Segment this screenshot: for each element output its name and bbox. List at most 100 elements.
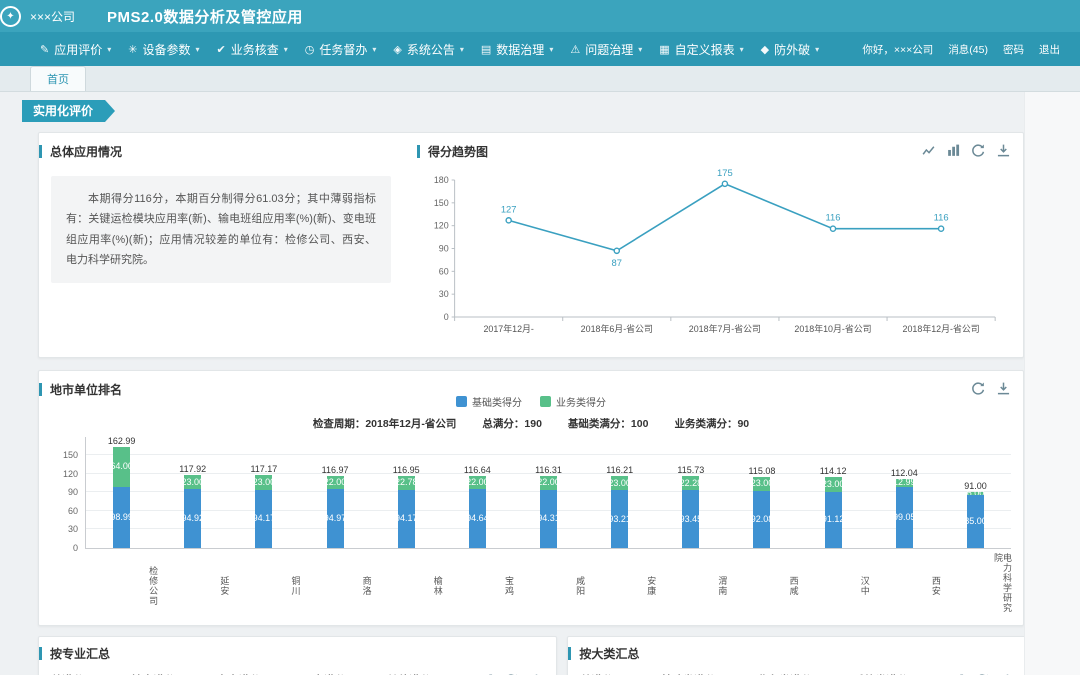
nav-item-device-params[interactable]: ✳设备参数▾	[126, 37, 201, 62]
bar-column[interactable]: 117.9223.0094.92	[157, 437, 228, 548]
nav-item-data-governance[interactable]: ▤数据治理▾	[479, 37, 555, 62]
ranking-cats: 检修公司延安铜川商洛榆林宝鸡咸阳安康渭南西咸汉中西安电力科学研究院	[86, 553, 1011, 619]
bar-column[interactable]: 116.3122.0094.31	[513, 437, 584, 548]
bar-segment[interactable]: 22.00	[327, 476, 344, 490]
bar-total-label: 115.73	[677, 465, 704, 475]
x-tick-label: 2018年10月-省公司	[794, 323, 871, 334]
bar-segment[interactable]: 22.00	[469, 476, 486, 490]
legend-label: 业务类得分	[556, 394, 606, 409]
bar-column[interactable]: 91.006.0085.00	[940, 437, 1011, 548]
bar-segment[interactable]: 94.64	[469, 489, 486, 548]
trend-actions	[921, 143, 1011, 158]
ranking-y-axis: 0306090120150	[51, 437, 85, 549]
nav-item-label: 问题治理	[585, 41, 633, 58]
y-tick-label: 90	[439, 243, 449, 253]
ranking-panel-title: 地市单位排名	[51, 381, 122, 398]
bar-segment[interactable]: 22.28	[682, 476, 699, 490]
data-point	[722, 181, 727, 186]
nav-item-system-notice[interactable]: ◈系统公告▾	[391, 37, 466, 62]
nav-item-issue-governance[interactable]: ⚠问题治理▾	[568, 37, 644, 62]
shield-icon: ◆	[761, 43, 769, 56]
user-greeting: 你好，×××公司	[862, 42, 933, 57]
legend-item[interactable]: 基础类得分	[456, 394, 522, 409]
nav-item-app-evaluation[interactable]: ✎应用评价▾	[38, 37, 113, 62]
nav-item-label: 设备参数	[142, 41, 190, 58]
bar-segment[interactable]: 99.05	[896, 487, 913, 548]
bar-segment[interactable]: 94.92	[184, 489, 201, 548]
nav-item-business-check[interactable]: ✔ 业务核查 ▾	[215, 37, 290, 62]
category-label: 宝鸡	[442, 553, 513, 619]
line-chart-icon[interactable]	[921, 143, 936, 158]
nav-item-custom-report[interactable]: ▦自定义报表▾	[657, 37, 745, 62]
bar-segment[interactable]: 94.31	[540, 490, 557, 548]
y-tick-label: 120	[63, 469, 78, 479]
database-icon: ▤	[481, 43, 491, 56]
overview-summary-text: 本期得分116分，本期百分制得分61.03分；其中薄弱指标有：关键运检模块应用率…	[51, 176, 391, 283]
messages-link[interactable]: 消息(45)	[948, 42, 988, 57]
tab-home[interactable]: 首页	[30, 66, 86, 91]
content: 实用化评价 总体应用情况 本期得分116分，本期百分制得分61.03分；其中薄弱…	[0, 92, 1080, 675]
nav-item-task-supervision[interactable]: ◷任务督办▾	[303, 37, 379, 62]
bar-segment[interactable]: 22.00	[540, 476, 557, 490]
bar-column[interactable]: 114.1223.0091.12	[798, 437, 869, 548]
bar-segment[interactable]: 12.99	[896, 479, 913, 487]
download-icon[interactable]	[996, 381, 1011, 396]
ranking-chart[interactable]: 0306090120150 162.9964.0098.99117.9223.0…	[51, 437, 1011, 549]
chevron-down-icon: ▾	[284, 45, 288, 54]
y-tick-label: 60	[68, 506, 78, 516]
download-icon[interactable]	[996, 143, 1011, 158]
bar-segment[interactable]: 92.08	[753, 491, 770, 548]
bar-total-label: 116.31	[535, 465, 562, 475]
data-point	[614, 248, 619, 253]
nav-item-external-damage[interactable]: ◆防外破▾	[759, 37, 822, 62]
bar-segment[interactable]: 23.00	[825, 477, 842, 491]
bar-segment[interactable]: 91.12	[825, 492, 842, 548]
y-tick-label: 30	[439, 289, 449, 299]
y-tick-label: 60	[439, 266, 449, 276]
bar-column[interactable]: 117.1723.0094.17	[228, 437, 299, 548]
logout-link[interactable]: 退出	[1039, 42, 1060, 57]
bar-total-label: 116.97	[322, 465, 349, 475]
bar-segment[interactable]: 93.21	[611, 490, 628, 548]
stat-item: 基础类满分：100	[568, 416, 649, 431]
bar-segment[interactable]: 85.00	[967, 495, 984, 548]
chevron-down-icon: ▾	[107, 45, 111, 54]
bar-segment[interactable]: 23.00	[753, 477, 770, 491]
nav-item-label: 应用评价	[54, 41, 102, 58]
bar-column[interactable]: 112.0412.9999.05	[869, 437, 940, 548]
bar-segment[interactable]: 94.17	[255, 490, 272, 548]
bar-column[interactable]: 116.2123.0093.21	[584, 437, 655, 548]
specialty-title-text: 按专业汇总	[50, 645, 110, 662]
bar-segment[interactable]: 94.97	[327, 489, 344, 548]
bar-column[interactable]: 115.7322.2893.45	[655, 437, 726, 548]
category-label: 检修公司	[86, 553, 157, 619]
bar-column[interactable]: 115.0823.0092.08	[726, 437, 797, 548]
refresh-icon[interactable]	[971, 143, 986, 158]
bar-segment[interactable]: 23.00	[184, 475, 201, 489]
legend-item[interactable]: 业务类得分	[540, 394, 606, 409]
bar-column[interactable]: 116.9722.0094.97	[299, 437, 370, 548]
app-title: PMS2.0数据分析及管控应用	[107, 6, 303, 27]
bar-segment[interactable]: 23.00	[255, 475, 272, 489]
y-tick-label: 0	[73, 543, 78, 553]
bar-column[interactable]: 162.9964.0098.99	[86, 437, 157, 548]
chevron-down-icon: ▾	[740, 45, 744, 54]
refresh-icon[interactable]	[971, 381, 986, 396]
bar-segment[interactable]: 22.78	[398, 476, 415, 490]
bar-segment[interactable]: 98.99	[113, 487, 130, 548]
bar-column[interactable]: 116.6422.0094.64	[442, 437, 513, 548]
check-icon: ✔	[217, 43, 226, 56]
app-header: ✦ ×××公司 PMS2.0数据分析及管控应用	[0, 0, 1080, 32]
trend-chart[interactable]: 03060901201501801272017年12月-872018年6月-省公…	[417, 162, 1011, 347]
bar-segment[interactable]: 93.45	[682, 490, 699, 548]
bar-chart-icon[interactable]	[946, 143, 961, 158]
data-point	[830, 226, 835, 231]
bar-segment[interactable]: 23.00	[611, 476, 628, 490]
password-link[interactable]: 密码	[1003, 42, 1024, 57]
category-label: 榆林	[371, 553, 442, 619]
bar-segment[interactable]: 94.17	[398, 490, 415, 548]
nav-item-label: 业务核查	[231, 41, 279, 58]
bar-total-label: 112.04	[891, 468, 918, 478]
bar-column[interactable]: 116.9522.7894.17	[371, 437, 442, 548]
bar-segment[interactable]: 64.00	[113, 447, 130, 487]
